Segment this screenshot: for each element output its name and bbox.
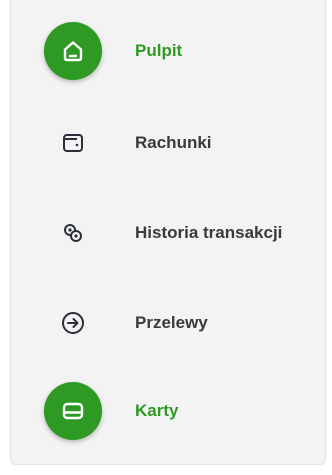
nav-item-rachunki[interactable]: Rachunki — [11, 114, 325, 172]
side-navigation: Pulpit Rachunki Historia transakcji Prze… — [10, 0, 326, 465]
home-icon — [44, 22, 102, 80]
nav-item-pulpit[interactable]: Pulpit — [11, 22, 325, 80]
wallet-icon — [44, 114, 102, 172]
coins-icon — [44, 204, 102, 262]
nav-item-label: Rachunki — [135, 133, 212, 152]
nav-item-historia-transakcji[interactable]: Historia transakcji — [11, 204, 325, 262]
nav-item-karty[interactable]: Karty — [11, 382, 325, 440]
nav-item-przelewy[interactable]: Przelewy — [11, 294, 325, 352]
nav-item-label: Przelewy — [135, 313, 208, 332]
nav-item-label: Pulpit — [135, 41, 183, 60]
card-icon — [44, 382, 102, 440]
nav-item-label: Historia transakcji — [135, 223, 283, 242]
nav-item-label: Karty — [135, 401, 179, 420]
arrow-right-circle-icon — [44, 294, 102, 352]
